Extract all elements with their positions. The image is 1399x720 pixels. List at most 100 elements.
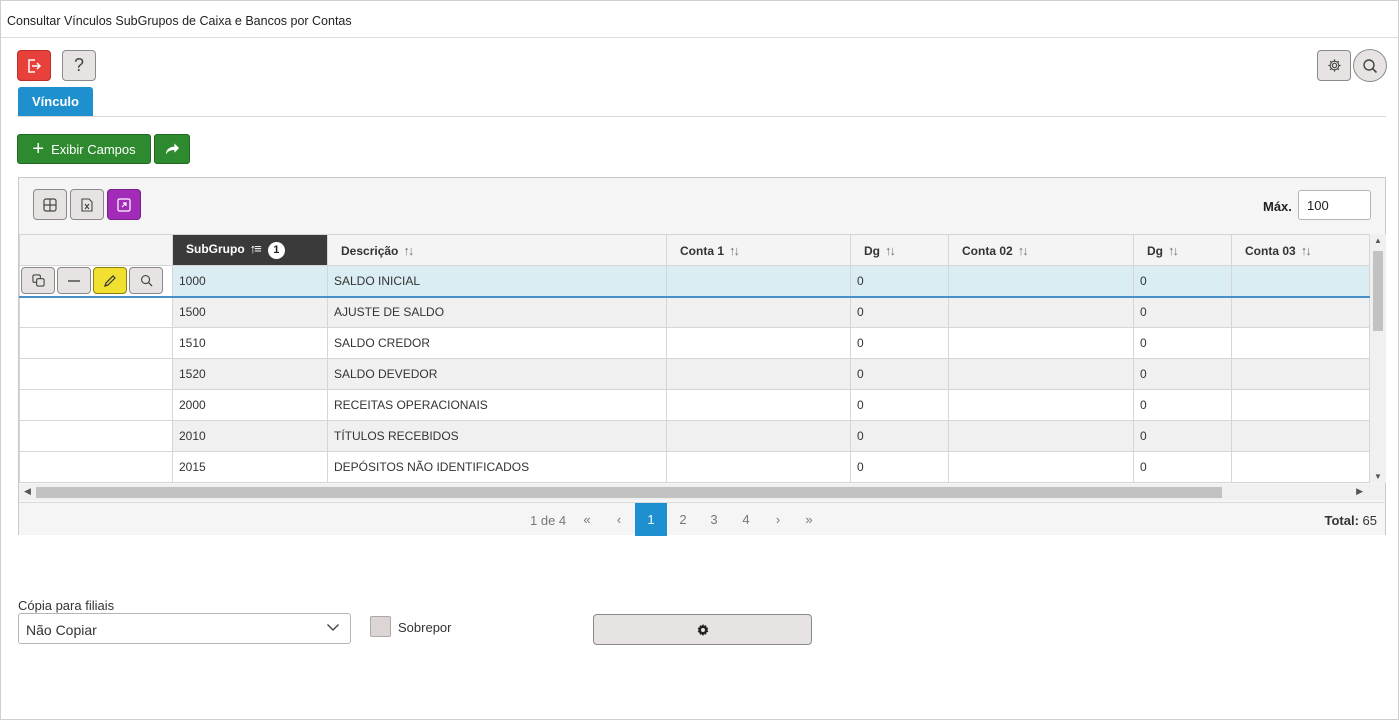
- show-fields-button[interactable]: + Exibir Campos: [17, 134, 151, 164]
- total-label: Total:: [1324, 513, 1359, 528]
- share-button[interactable]: [154, 134, 190, 164]
- page-4-button[interactable]: 4: [730, 503, 762, 536]
- plus-icon: +: [32, 138, 45, 160]
- cell-descricao: SALDO DEVEDOR: [327, 358, 667, 390]
- row-actions-cell: [19, 265, 173, 298]
- expand-button[interactable]: [107, 189, 141, 220]
- column-label: Conta 1: [680, 243, 725, 258]
- show-fields-label: Exibir Campos: [51, 141, 136, 157]
- cell-dg-2: 0: [1133, 451, 1232, 483]
- cell-dg-2: 0: [1133, 327, 1232, 359]
- export-excel-button[interactable]: [70, 189, 104, 220]
- cell-conta-02: [948, 420, 1134, 452]
- overwrite-checkbox[interactable]: [370, 616, 391, 637]
- sort-icon: ↑↓: [729, 242, 740, 258]
- cell-conta-1: [666, 296, 851, 328]
- edit-row-button[interactable]: [93, 267, 127, 295]
- sort-icon: ↑↓: [1017, 242, 1029, 258]
- page-2-button[interactable]: 2: [667, 503, 699, 536]
- last-page-button[interactable]: »: [793, 503, 825, 536]
- sort-asc-icon: ↑≡: [249, 241, 262, 257]
- search-icon: [140, 275, 153, 287]
- column-header-subgrupo[interactable]: SubGrupo ↑≡ 1: [172, 234, 328, 266]
- table-row[interactable]: 2010 TÍTULOS RECEBIDOS 0 0: [19, 420, 1370, 452]
- table-row[interactable]: 1500 AJUSTE DE SALDO 0 0: [19, 296, 1370, 328]
- cell-conta-03: [1231, 296, 1370, 328]
- cell-conta-1: [666, 358, 851, 390]
- column-header-conta-1[interactable]: Conta 1 ↑↓: [666, 234, 851, 266]
- tab-vinculo[interactable]: Vínculo: [18, 87, 93, 116]
- gear-icon: [1327, 59, 1341, 72]
- first-page-button[interactable]: «: [571, 503, 603, 536]
- help-button[interactable]: ?: [62, 50, 96, 81]
- copy-branches-select[interactable]: Não Copiar: [18, 613, 351, 644]
- edit-icon: [104, 274, 116, 287]
- delete-row-button[interactable]: [57, 267, 91, 295]
- expand-icon: [117, 197, 131, 212]
- search-button[interactable]: [1353, 49, 1387, 82]
- vertical-scroll-thumb[interactable]: [1373, 251, 1383, 331]
- cell-conta-02: [948, 358, 1134, 390]
- row-actions-cell: [19, 358, 173, 390]
- view-row-button[interactable]: [129, 267, 163, 295]
- cell-dg: 0: [850, 327, 949, 359]
- row-actions-cell: [19, 420, 173, 452]
- page-3-button[interactable]: 3: [698, 503, 730, 536]
- copy-row-button[interactable]: [21, 267, 55, 295]
- apply-settings-button[interactable]: [593, 614, 812, 645]
- scroll-up-icon[interactable]: ▲: [1374, 236, 1382, 245]
- overwrite-label: Sobrepor: [398, 620, 452, 635]
- prev-page-button[interactable]: ‹: [603, 503, 635, 536]
- cell-dg-2: 0: [1133, 265, 1232, 298]
- column-header-actions: [19, 234, 173, 266]
- column-header-conta-02[interactable]: Conta 02 ↑↓: [948, 234, 1134, 266]
- column-header-descricao[interactable]: Descrição ↑↓: [327, 234, 667, 266]
- settings-button[interactable]: [1317, 50, 1351, 81]
- scroll-left-icon[interactable]: ◀: [24, 486, 31, 497]
- horizontal-scrollbar[interactable]: ◀ ▶: [19, 484, 1385, 500]
- row-actions: [21, 267, 172, 295]
- max-label: Máx.: [1263, 199, 1292, 214]
- table-row[interactable]: 2015 DEPÓSITOS NÃO IDENTIFICADOS 0 0: [19, 451, 1370, 483]
- cell-dg-2: 0: [1133, 420, 1232, 452]
- next-page-button[interactable]: ›: [762, 503, 794, 536]
- row-actions-cell: [19, 389, 173, 421]
- cell-conta-02: [948, 389, 1134, 421]
- window-title: Consultar Vínculos SubGrupos de Caixa e …: [1, 1, 1398, 38]
- column-header-dg[interactable]: Dg ↑↓: [850, 234, 949, 266]
- row-actions-cell: [19, 327, 173, 359]
- cell-descricao: SALDO CREDOR: [327, 327, 667, 359]
- cell-conta-03: [1231, 265, 1370, 298]
- vertical-scrollbar[interactable]: ▲ ▼: [1370, 234, 1386, 483]
- chevron-down-icon: [327, 624, 339, 631]
- column-label: Conta 03: [1245, 243, 1296, 258]
- cell-conta-02: [948, 265, 1134, 298]
- horizontal-scroll-thumb[interactable]: [36, 487, 1222, 498]
- cell-descricao: RECEITAS OPERACIONAIS: [327, 389, 667, 421]
- cell-conta-02: [948, 327, 1134, 359]
- scroll-down-icon[interactable]: ▼: [1374, 472, 1382, 481]
- column-label: SubGrupo: [186, 242, 245, 257]
- cell-dg: 0: [850, 451, 949, 483]
- max-rows-input[interactable]: 100: [1298, 190, 1371, 220]
- table-row[interactable]: 2000 RECEITAS OPERACIONAIS 0 0: [19, 389, 1370, 421]
- sort-icon: ↑↓: [885, 242, 896, 258]
- cell-dg: 0: [850, 265, 949, 298]
- cell-subgrupo: 1510: [172, 327, 328, 359]
- grid-view-button[interactable]: [33, 189, 67, 220]
- table-row[interactable]: 1510 SALDO CREDOR 0 0: [19, 327, 1370, 359]
- column-label: Dg: [864, 243, 880, 258]
- table-row[interactable]: 1000 SALDO INICIAL 0 0: [19, 265, 1370, 298]
- cell-dg: 0: [850, 420, 949, 452]
- cell-subgrupo: 2010: [172, 420, 328, 452]
- page-1-button[interactable]: 1: [635, 503, 667, 536]
- help-icon: ?: [73, 55, 84, 75]
- data-grid-panel: Máx. 100 SubGrupo ↑≡ 1 Descrição ↑↓ Conta 1…: [18, 177, 1386, 536]
- pagination: 1 de 4 « ‹ 1 2 3 4 › » Total: 65: [19, 502, 1385, 536]
- exit-button[interactable]: [17, 50, 51, 81]
- column-header-conta-03[interactable]: Conta 03 ↑↓: [1231, 234, 1370, 266]
- column-header-dg-2[interactable]: Dg ↑↓: [1133, 234, 1232, 266]
- cell-subgrupo: 2000: [172, 389, 328, 421]
- scroll-right-icon[interactable]: ▶: [1356, 486, 1363, 497]
- table-row[interactable]: 1520 SALDO DEVEDOR 0 0: [19, 358, 1370, 390]
